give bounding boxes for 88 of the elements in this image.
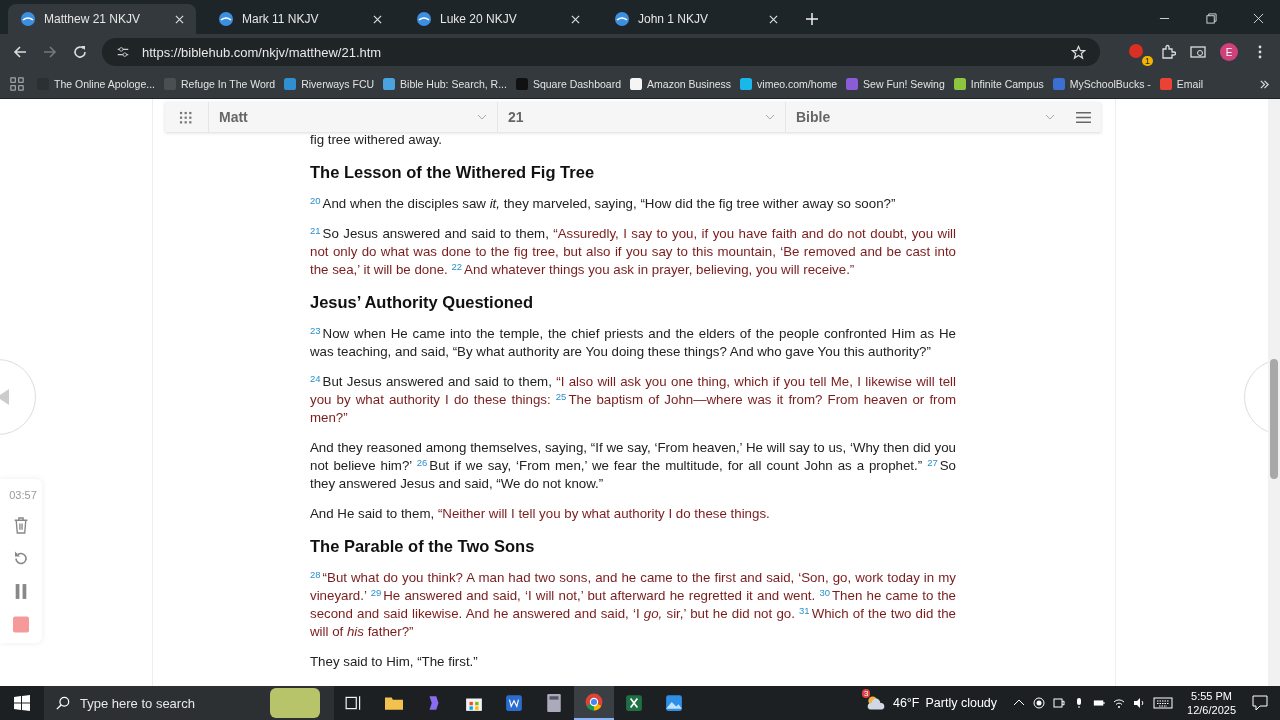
close-icon[interactable]	[769, 14, 778, 24]
close-icon[interactable]	[571, 14, 580, 24]
folder-icon[interactable]	[385, 694, 403, 712]
puzzle-icon[interactable]	[1160, 44, 1176, 60]
battery-icon[interactable]	[1093, 697, 1106, 709]
clock-time[interactable]: 5:55 PM	[1191, 689, 1232, 703]
bookmark-item[interactable]: Email	[1159, 78, 1204, 90]
temperature[interactable]: 46°F	[892, 696, 920, 710]
profile-avatar[interactable]: E	[1220, 43, 1238, 61]
book-dropdown[interactable]: Matt	[208, 102, 497, 132]
search-icon	[56, 696, 70, 710]
section-heading: The Lesson of the Withered Fig Tree	[310, 162, 596, 183]
recording-timer: 03:57	[9, 489, 37, 501]
bookmark-item[interactable]: vimeo.com/home	[740, 78, 838, 90]
extension-icon[interactable]	[1128, 43, 1144, 59]
site-settings-icon[interactable]	[116, 45, 130, 59]
speaker-icon[interactable]	[1133, 697, 1146, 709]
globe-icon	[20, 11, 36, 27]
grid-icon[interactable]	[179, 110, 192, 124]
bookmark-item[interactable]: Infinite Campus	[953, 78, 1044, 90]
chrome-icon	[585, 693, 603, 711]
caret-icon	[765, 114, 775, 120]
calculator-icon[interactable]	[545, 694, 563, 712]
excel-icon[interactable]	[625, 694, 643, 712]
bookmark-item[interactable]: Amazon Business	[630, 78, 732, 90]
task-view-icon[interactable]	[345, 694, 363, 712]
caret-icon	[477, 114, 487, 120]
bookmark-item[interactable]: Bible Hub: Search, R...	[383, 78, 507, 90]
back-icon[interactable]	[12, 44, 28, 60]
bookmark-item[interactable]: Refuge In The Word	[164, 78, 276, 90]
photos-icon[interactable]	[665, 694, 683, 712]
camera-icon[interactable]	[1053, 697, 1066, 709]
globe-icon	[416, 11, 432, 27]
pause-icon[interactable]	[13, 583, 29, 600]
restore-icon[interactable]	[1206, 13, 1217, 24]
word-icon[interactable]	[505, 694, 523, 712]
verse-paragraph: $^{24}$But Jesus answered and said to them, “I also will ask you one thing, which if you tell Me, I likewise will tell you by what authority I do these things: $^{25}$The baptism of John—where was it from? From heaven or from men?”	[310, 373, 956, 427]
bookmark-item[interactable]: MySchoolBucks -	[1052, 78, 1151, 90]
clock-date[interactable]: 12/6/2025	[1187, 703, 1236, 717]
verse-paragraph: $^{28}$“But what do you think? A man had two sons, and he came to the first and said, ‘Son, go, work today in my vineyard.’ $^{29}$He answered and said, ‘I will not,’ but afterward he regretted it and went. $^{30}$Then he came to the second and said likewise. And he answered and said, ‘I go, sir,’ but he did not go. $^{31}$Which of the two did the will of his father?”	[310, 569, 956, 641]
browser-tab[interactable]: Matthew 21 NKJV	[8, 4, 196, 34]
verse-paragraph: $^{21}$So Jesus answered and said to them, “Assuredly, I say to you, if you have faith and do not doubt, you will not only do what was done to the fig tree, but also if you say to this mountain, ‘Be removed and be cast into the sea,’ it will be done. $^{22}$And whatever things you ask in prayer, believing, you will receive.”	[310, 225, 956, 279]
chrome-taskbar-button[interactable]	[574, 686, 614, 720]
chevron-icon[interactable]	[1259, 78, 1270, 90]
bookmark-item[interactable]: Riverways FCU	[284, 78, 375, 90]
record-icon[interactable]	[1033, 697, 1046, 709]
forward-icon[interactable]	[42, 44, 58, 60]
bookmark-item[interactable]: Sew Fun! Sewing	[846, 78, 945, 90]
reload-icon[interactable]	[72, 44, 88, 60]
address-bar[interactable]: https://biblehub.com/nkjv/matthew/21.htm	[102, 38, 1100, 66]
browser-tab[interactable]: John 1 NKJV	[602, 4, 790, 34]
section-heading: Jesus’ Authority Questioned	[310, 292, 535, 313]
bookmark-star-icon[interactable]	[1071, 44, 1086, 60]
browser-tab[interactable]: Mark 11 NKJV	[206, 4, 394, 34]
verse-paragraph: And He said to them, “Neither will I tell you by what authority I do these things.	[310, 505, 771, 523]
verse-paragraph: They said to Him, “The first.”	[310, 653, 479, 671]
close-icon[interactable]	[373, 14, 382, 24]
triangle-left-icon	[0, 389, 9, 405]
bookmark-item[interactable]: Square Dashboard	[515, 78, 622, 90]
verse-paragraph: And they reasoned among themselves, saying, “If we say, ‘From heaven,’ He will say to us, ‘Why then did you not believe him?’ $^{26}$But if we say, ‘From men,’ we fear the multitude, for all count John as a prophet.” $^{27}$So they answered Jesus and said, “We do not know.”	[310, 439, 956, 493]
restart-icon[interactable]	[13, 550, 29, 567]
bookmark-item[interactable]: The Online Apologe...	[37, 78, 155, 90]
section-heading: The Parable of the Two Sons	[310, 536, 536, 557]
chapter-dropdown[interactable]: 21	[497, 102, 785, 132]
notification-badge: 1	[1142, 56, 1153, 66]
keyboard-icon[interactable]	[1153, 697, 1174, 709]
verse-paragraph: fig tree withered away.	[310, 131, 444, 149]
wifi-icon[interactable]	[1113, 697, 1126, 709]
cast-icon[interactable]	[1190, 44, 1206, 60]
notifications-icon[interactable]	[1252, 695, 1268, 711]
trash-icon[interactable]	[13, 517, 29, 534]
scrollbar-thumb[interactable]	[1270, 359, 1278, 479]
menu-icon[interactable]	[1075, 110, 1091, 124]
verse-paragraph: $^{23}$Now when He came into the temple, the chief priests and the elders of the people confronted Him as He was teaching, and said, “By what authority are You doing these things? And who gave You this authority?”	[310, 325, 956, 361]
close-icon[interactable]	[175, 14, 184, 24]
notification-badge: 3	[861, 689, 871, 698]
close-icon[interactable]	[1253, 13, 1264, 24]
apps-icon[interactable]	[10, 77, 24, 91]
globe-icon	[614, 11, 630, 27]
verse-paragraph: $^{20}$And when the disciples saw it, they marveled, saying, “How did the fig tree wither away so soon?”	[310, 195, 897, 213]
scrollbar[interactable]	[1268, 99, 1280, 686]
new-tab-icon[interactable]	[806, 13, 818, 25]
browser-tab[interactable]: Luke 20 NKJV	[404, 4, 592, 34]
windows-start-icon[interactable]	[14, 695, 30, 711]
caret-icon	[1045, 114, 1055, 120]
weather-condition[interactable]: Partly cloudy	[925, 696, 998, 710]
globe-icon	[218, 11, 234, 27]
version-dropdown[interactable]: Bible	[785, 102, 1065, 132]
